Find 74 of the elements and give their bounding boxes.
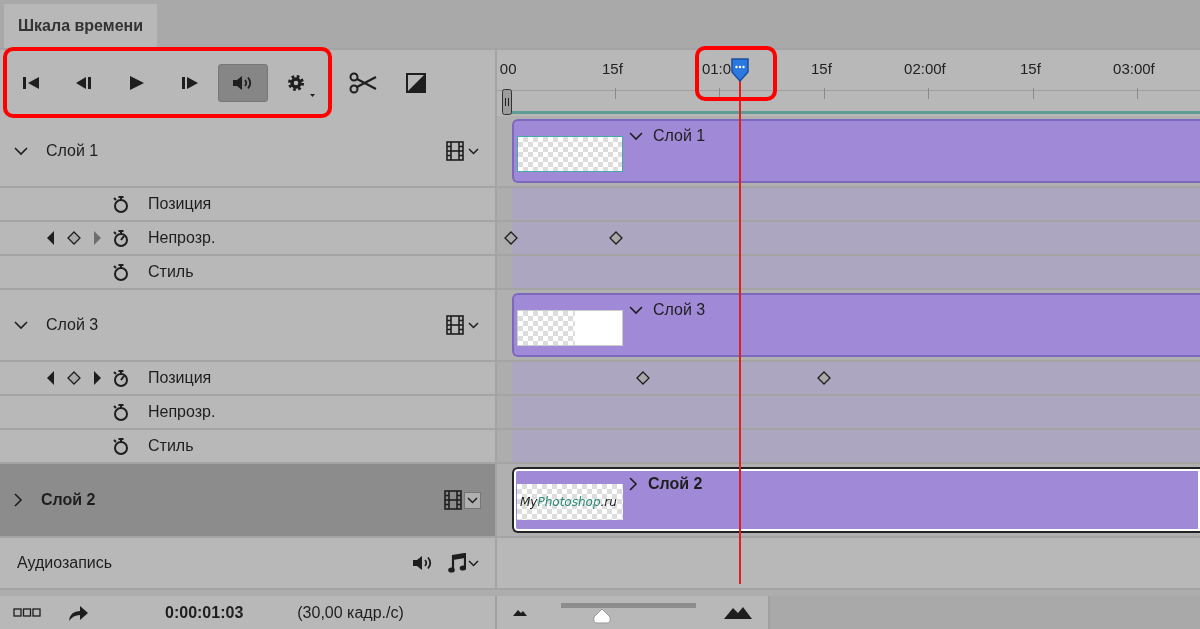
keyframe-icon[interactable] <box>504 231 519 245</box>
stopwatch-with-hand-icon[interactable] <box>112 368 130 388</box>
layer-name: Слой 2 <box>41 491 96 509</box>
clip-label: Слой 1 <box>653 127 706 145</box>
add-keyframe-icon[interactable] <box>67 231 81 245</box>
time-label: 01:0 <box>701 60 732 77</box>
film-strip-icon[interactable] <box>446 141 464 161</box>
curved-arrow-icon[interactable] <box>67 603 89 622</box>
speaker-icon <box>232 75 254 91</box>
property-label: Позиция <box>148 195 212 213</box>
gear-icon <box>287 74 305 92</box>
chevron-down-icon[interactable] <box>14 146 28 156</box>
panel-tab[interactable]: Шкала времени <box>4 4 158 48</box>
keyframe-icon[interactable] <box>636 371 651 385</box>
step-forward-icon <box>181 76 199 90</box>
time-label: 00 <box>499 60 517 77</box>
chevron-down-icon[interactable] <box>629 305 643 315</box>
caret-down-icon[interactable] <box>468 147 479 155</box>
slider-thumb[interactable] <box>591 608 612 624</box>
time-label: 03:00f <box>1113 60 1155 77</box>
property-label: Позиция <box>148 369 212 387</box>
logo-text: MyPhotoshop.ru <box>520 495 617 509</box>
property-label: Стиль <box>148 437 194 455</box>
skip-to-start-icon <box>22 76 40 90</box>
layer-name: Слой 3 <box>46 316 99 334</box>
audio-track-label: Аудиозапись <box>17 554 113 572</box>
chevron-down-icon[interactable] <box>629 131 643 141</box>
timecode: 0:00:01:03 <box>165 603 244 622</box>
zoom-in-mountain-icon[interactable] <box>724 606 752 619</box>
layer-clip[interactable]: Слой 1 <box>512 119 1200 183</box>
stopwatch-icon[interactable] <box>112 436 130 456</box>
caret-down-icon[interactable] <box>467 496 478 504</box>
film-strip-icon[interactable] <box>444 490 462 510</box>
time-label: 15f <box>602 60 623 77</box>
clip-label: Слой 2 <box>648 475 703 493</box>
chevron-right-icon[interactable] <box>629 477 638 491</box>
property-label: Непрозр. <box>148 229 216 247</box>
three-squares-icon[interactable] <box>13 608 41 617</box>
stopwatch-icon[interactable] <box>112 402 130 422</box>
layer-row[interactable]: Слой 2 <box>0 464 497 536</box>
speaker-icon[interactable] <box>412 555 434 571</box>
keyframe-icon[interactable] <box>608 231 623 245</box>
stopwatch-icon[interactable] <box>112 194 130 214</box>
layer-clip[interactable]: MyPhotoshop.ru Слой 2 <box>512 467 1200 533</box>
clip-label: Слой 3 <box>653 301 706 319</box>
zoom-out-mountain-icon[interactable] <box>513 609 527 616</box>
time-label: 15f <box>1020 60 1041 77</box>
next-keyframe-icon[interactable] <box>93 371 102 385</box>
half-filled-square-icon <box>406 73 426 93</box>
previous-keyframe-icon[interactable] <box>46 371 55 385</box>
caret-down-icon[interactable] <box>468 559 479 567</box>
music-note-icon[interactable] <box>448 553 466 573</box>
frame-rate: (30,00 кадр./с) <box>297 603 404 622</box>
keyframe-icon[interactable] <box>816 371 831 385</box>
layer-name: Слой 1 <box>46 142 99 160</box>
dropdown-caret-icon <box>310 94 315 97</box>
layer-clip[interactable]: Слой 3 <box>512 293 1200 357</box>
stopwatch-icon[interactable] <box>112 262 130 282</box>
property-label: Непрозр. <box>148 403 216 421</box>
film-strip-icon[interactable] <box>446 315 464 335</box>
caret-down-icon[interactable] <box>468 321 479 329</box>
play-icon <box>129 75 145 91</box>
work-area-handle[interactable] <box>502 89 512 115</box>
previous-keyframe-icon[interactable] <box>46 231 55 245</box>
audio-button[interactable] <box>218 64 268 102</box>
chevron-right-icon[interactable] <box>14 493 23 507</box>
add-keyframe-icon[interactable] <box>67 371 81 385</box>
scissors-icon <box>349 72 377 94</box>
step-back-icon <box>75 76 93 90</box>
chevron-down-icon[interactable] <box>14 320 28 330</box>
time-label: 15f <box>811 60 832 77</box>
stopwatch-with-hand-icon[interactable] <box>112 228 130 248</box>
time-label: 02:00f <box>904 60 946 77</box>
property-label: Стиль <box>148 263 194 281</box>
